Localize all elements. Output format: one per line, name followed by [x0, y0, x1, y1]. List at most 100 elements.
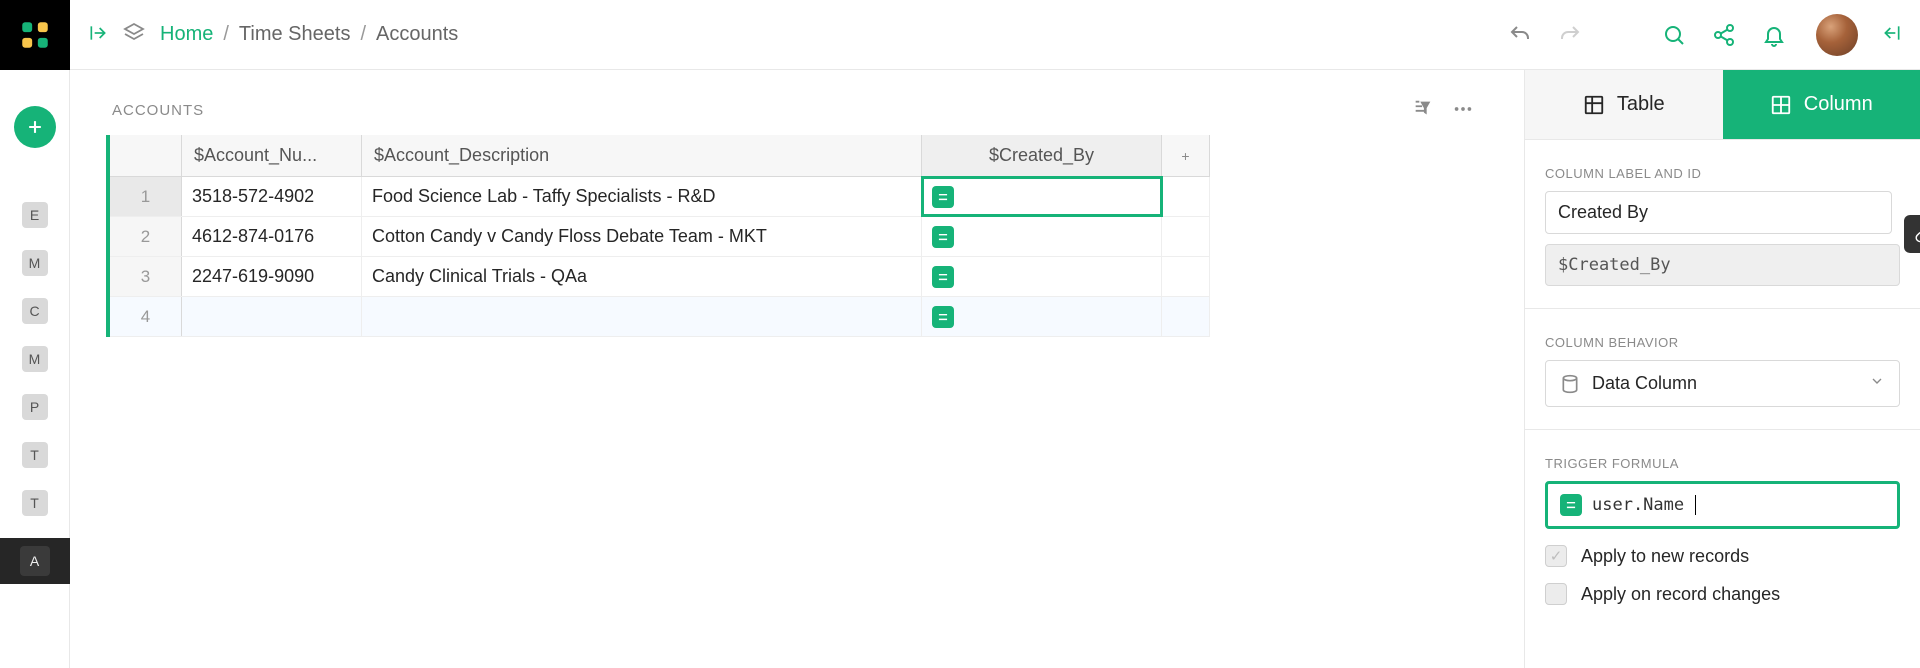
cell-account-number[interactable]: 3518-572-4902 [182, 177, 362, 216]
formula-icon [932, 306, 954, 328]
section-column-label-id: COLUMN LABEL AND ID [1545, 166, 1900, 181]
redo-button[interactable] [1552, 17, 1588, 53]
apply-change-label: Apply on record changes [1581, 584, 1780, 605]
chevron-down-icon [1869, 373, 1885, 394]
user-avatar[interactable] [1816, 14, 1858, 56]
trigger-formula-value: user.Name [1592, 495, 1684, 515]
apply-new-checkbox[interactable] [1545, 545, 1567, 567]
column-behavior-value: Data Column [1592, 373, 1697, 394]
row-number[interactable]: 3 [110, 257, 182, 296]
table-row[interactable]: 4 [110, 297, 1210, 337]
notifications-button[interactable] [1756, 17, 1792, 53]
tab-column-label: Column [1804, 93, 1873, 116]
formula-icon [1560, 494, 1582, 516]
row-number[interactable]: 1 [110, 177, 182, 216]
bell-icon [1762, 23, 1786, 47]
cell-empty [1162, 257, 1210, 296]
row-number[interactable]: 2 [110, 217, 182, 256]
formula-icon [932, 266, 954, 288]
cell-created-by[interactable] [922, 217, 1162, 256]
column-behavior-select[interactable]: Data Column [1545, 360, 1900, 407]
table-menu-button[interactable] [1452, 98, 1474, 123]
breadcrumb-leaf[interactable]: Accounts [376, 23, 458, 46]
apply-new-label: Apply to new records [1581, 546, 1749, 567]
column-id-input[interactable] [1545, 244, 1900, 286]
column-header-account-desc[interactable]: $Account_Description [362, 135, 922, 176]
column-header-created-by[interactable]: $Created_By [922, 135, 1162, 176]
filter-icon [1412, 98, 1434, 120]
breadcrumb: Home / Time Sheets / Accounts [160, 23, 458, 46]
derive-id-button[interactable] [1904, 215, 1920, 253]
cell-account-description[interactable] [362, 297, 922, 336]
formula-icon [932, 186, 954, 208]
table-row[interactable]: 32247-619-9090Candy Clinical Trials - QA… [110, 257, 1210, 297]
database-icon [1560, 374, 1580, 394]
panel-tabs: Table Column [1525, 70, 1920, 140]
grid-header: $Account_Nu... $Account_Description $Cre… [110, 135, 1210, 177]
cell-account-number[interactable]: 4612-874-0176 [182, 217, 362, 256]
sidebar-item[interactable]: A [20, 546, 50, 576]
table-row[interactable]: 13518-572-4902Food Science Lab - Taffy S… [110, 177, 1210, 217]
cell-empty [1162, 297, 1210, 336]
cell-created-by[interactable] [922, 177, 1162, 216]
table-row[interactable]: 24612-874-0176Cotton Candy v Candy Floss… [110, 217, 1210, 257]
app-logo[interactable] [0, 0, 70, 70]
sidebar-item[interactable]: C [22, 298, 48, 324]
layers-icon[interactable] [122, 21, 146, 48]
cell-empty [1162, 177, 1210, 216]
plus-icon [25, 117, 45, 137]
share-button[interactable] [1706, 17, 1742, 53]
cell-account-description[interactable]: Cotton Candy v Candy Floss Debate Team -… [362, 217, 922, 256]
main-area: Home / Time Sheets / Accounts [70, 0, 1920, 668]
share-icon [1712, 23, 1736, 47]
breadcrumb-sep: / [360, 23, 366, 46]
search-icon [1662, 23, 1686, 47]
formula-icon [932, 226, 954, 248]
sidebar-item[interactable]: E [22, 202, 48, 228]
expand-right-icon[interactable] [1882, 23, 1902, 46]
undo-button[interactable] [1502, 17, 1538, 53]
data-grid[interactable]: $Account_Nu... $Account_Description $Cre… [106, 135, 1210, 337]
column-label-input[interactable] [1545, 191, 1892, 234]
trigger-formula-input[interactable]: user.Name [1545, 481, 1900, 529]
cell-created-by[interactable] [922, 297, 1162, 336]
grid-area: ACCOUNTS $Account_Nu... $Acco [70, 70, 1524, 668]
dots-icon [1452, 98, 1474, 120]
sidebar-item[interactable]: M [22, 346, 48, 372]
cell-empty [1162, 217, 1210, 256]
apply-new-records-row[interactable]: Apply to new records [1545, 545, 1900, 567]
expand-left-icon[interactable] [88, 23, 108, 46]
apply-record-changes-row[interactable]: Apply on record changes [1545, 583, 1900, 605]
undo-icon [1508, 23, 1532, 47]
left-rail: EMCMPTTA [0, 0, 70, 668]
logo-icon [18, 18, 52, 52]
column-icon [1770, 94, 1792, 116]
cell-account-number[interactable] [182, 297, 362, 336]
link-icon [1914, 225, 1920, 243]
breadcrumb-home[interactable]: Home [160, 23, 213, 46]
tab-column[interactable]: Column [1723, 70, 1920, 140]
sidebar-item[interactable]: P [22, 394, 48, 420]
sidebar-item[interactable]: T [22, 442, 48, 468]
column-header-account-num[interactable]: $Account_Nu... [182, 135, 362, 176]
cell-account-description[interactable]: Candy Clinical Trials - QAa [362, 257, 922, 296]
search-button[interactable] [1656, 17, 1692, 53]
top-bar: Home / Time Sheets / Accounts [70, 0, 1920, 70]
cell-account-description[interactable]: Food Science Lab - Taffy Specialists - R… [362, 177, 922, 216]
tab-table-label: Table [1617, 93, 1665, 116]
table-title: ACCOUNTS [112, 102, 204, 119]
add-column-button[interactable]: + [1162, 135, 1210, 176]
apply-change-checkbox[interactable] [1545, 583, 1567, 605]
add-page-button[interactable] [14, 106, 56, 148]
cell-created-by[interactable] [922, 257, 1162, 296]
cell-account-number[interactable]: 2247-619-9090 [182, 257, 362, 296]
sidebar-item[interactable]: M [22, 250, 48, 276]
right-panel: Table Column COLUMN LABEL AND ID [1524, 70, 1920, 668]
row-number[interactable]: 4 [110, 297, 182, 336]
tab-table[interactable]: Table [1525, 70, 1723, 140]
redo-icon [1558, 23, 1582, 47]
breadcrumb-sep: / [223, 23, 229, 46]
sort-filter-button[interactable] [1412, 98, 1434, 123]
sidebar-item[interactable]: T [22, 490, 48, 516]
breadcrumb-mid[interactable]: Time Sheets [239, 23, 351, 46]
